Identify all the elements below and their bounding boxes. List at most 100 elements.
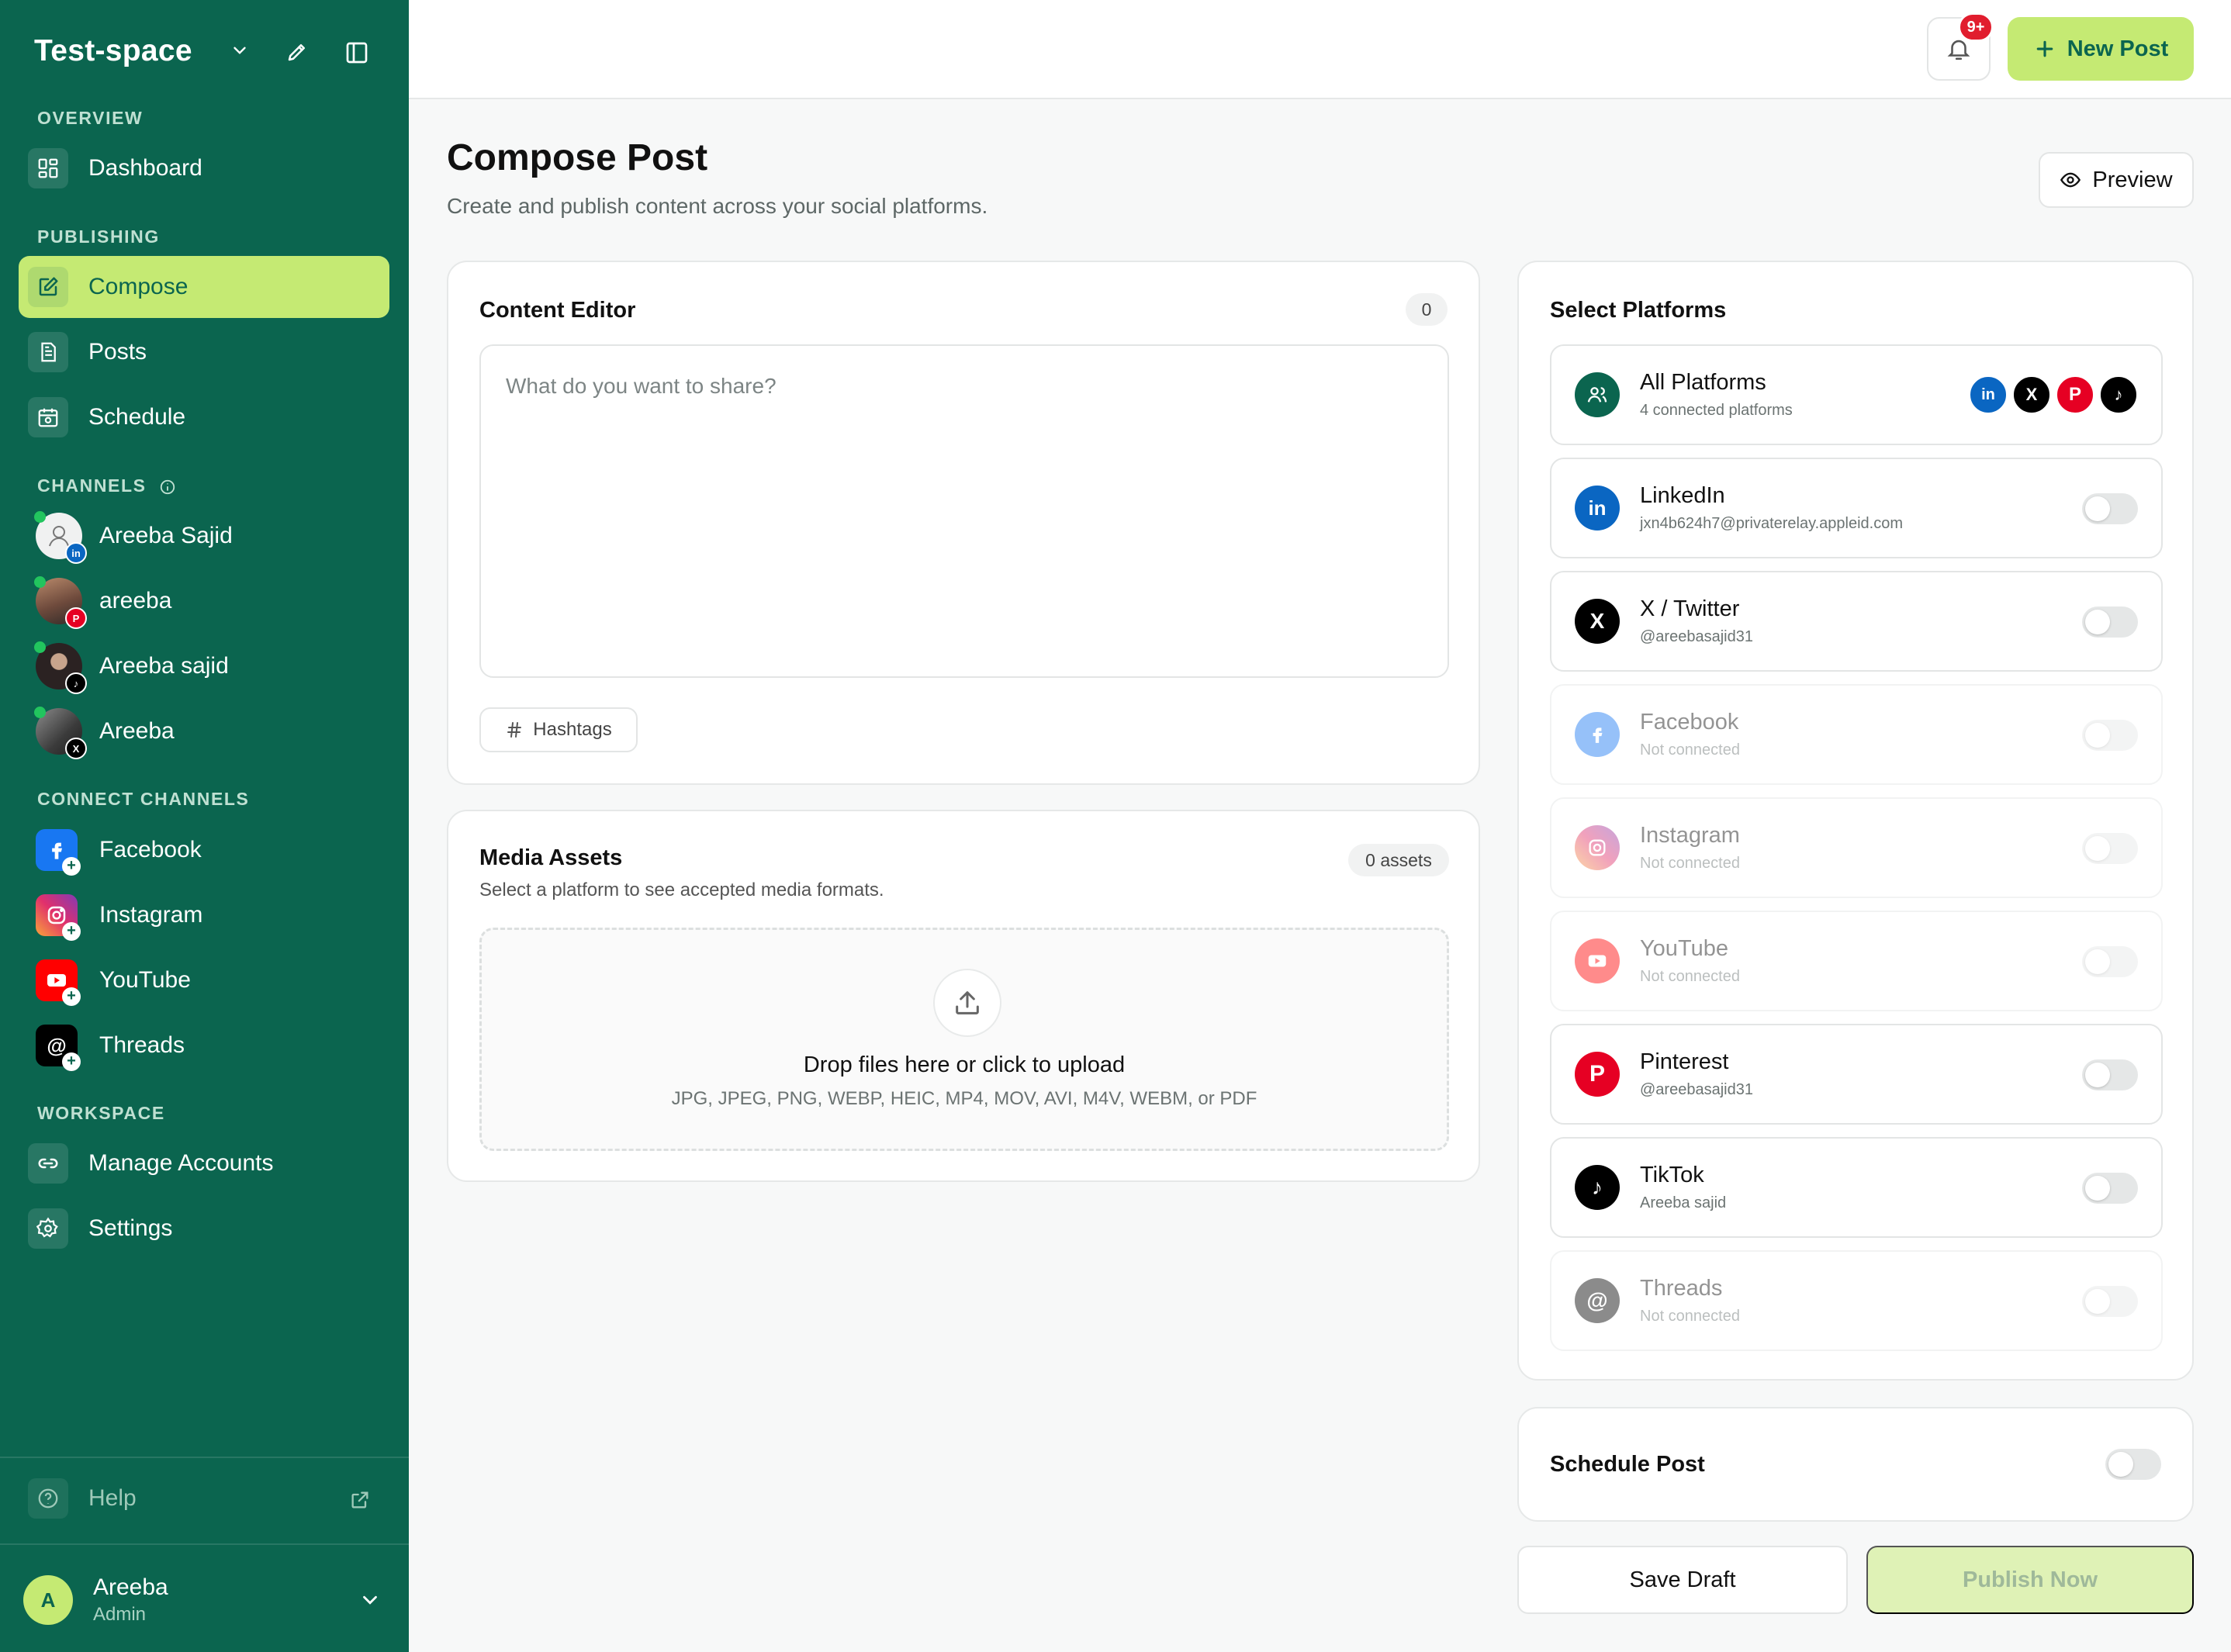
- platform-tiktok[interactable]: ♪ TikTok Areeba sajid: [1550, 1137, 2163, 1238]
- sidebar-item-schedule[interactable]: Schedule: [19, 386, 389, 448]
- platform-sub: Not connected: [1640, 968, 1740, 985]
- platform-toggle[interactable]: [2082, 493, 2138, 524]
- sidebar-toggle-icon[interactable]: [344, 40, 369, 65]
- platform-x[interactable]: X X / Twitter @areebasajid31: [1550, 571, 2163, 672]
- platform-name: Pinterest: [1640, 1049, 1729, 1074]
- avatar: ♪: [34, 641, 87, 694]
- connect-label: Instagram: [99, 902, 203, 928]
- platform-facebook[interactable]: Facebook Not connected: [1550, 684, 2163, 785]
- calendar-icon: [28, 397, 68, 437]
- online-indicator: [34, 511, 46, 523]
- document-icon: [28, 332, 68, 372]
- sidebar-item-compose[interactable]: Compose: [19, 256, 389, 318]
- eye-icon: [2060, 169, 2081, 191]
- threads-icon: @ +: [36, 1025, 81, 1071]
- workspace-name[interactable]: Test-space: [34, 34, 192, 68]
- sidebar: Test-space OVERVIEW Dashboard PUBLISHING…: [0, 0, 409, 1652]
- facebook-icon: [1575, 712, 1620, 757]
- channel-item[interactable]: X Areeba: [34, 706, 175, 759]
- connect-facebook[interactable]: + Facebook: [36, 824, 202, 876]
- help-link[interactable]: Help: [28, 1478, 137, 1519]
- linkedin-icon: in: [1575, 486, 1620, 531]
- new-post-button[interactable]: New Post: [2008, 17, 2194, 81]
- platform-youtube[interactable]: YouTube Not connected: [1550, 911, 2163, 1011]
- pinterest-icon: P: [2056, 375, 2094, 414]
- chevron-down-icon[interactable]: [230, 40, 250, 60]
- sidebar-item-label: Manage Accounts: [88, 1150, 274, 1176]
- chevron-down-icon[interactable]: [358, 1588, 382, 1612]
- help-label: Help: [88, 1485, 137, 1511]
- sidebar-item-label: Compose: [88, 274, 189, 299]
- link-icon: [28, 1143, 68, 1184]
- platform-sub: @areebasajid31: [1640, 628, 1753, 645]
- avatar: in: [34, 511, 87, 564]
- avatar: X: [34, 707, 87, 759]
- platform-sub: 4 connected platforms: [1640, 402, 1793, 419]
- upload-icon: [933, 969, 1001, 1037]
- channel-item[interactable]: in Areeba Sajid: [34, 510, 233, 564]
- platform-instagram[interactable]: Instagram Not connected: [1550, 797, 2163, 898]
- connect-youtube[interactable]: + YouTube: [36, 955, 191, 1006]
- sidebar-item-dashboard[interactable]: Dashboard: [19, 137, 389, 199]
- tiktok-icon: ♪: [1575, 1165, 1620, 1210]
- linkedin-icon: in: [65, 542, 87, 564]
- sidebar-item-posts[interactable]: Posts: [19, 321, 389, 383]
- plus-icon: +: [62, 857, 81, 876]
- platform-toggle[interactable]: [2082, 720, 2138, 751]
- connect-instagram[interactable]: + Instagram: [36, 890, 202, 941]
- publish-now-button[interactable]: Publish Now: [1866, 1546, 2194, 1614]
- post-content-input[interactable]: [479, 344, 1449, 678]
- sidebar-item-manage-accounts[interactable]: Manage Accounts: [19, 1132, 389, 1194]
- page-subtitle: Create and publish content across your s…: [447, 194, 988, 218]
- connect-threads[interactable]: @ + Threads: [36, 1020, 185, 1071]
- section-publishing: PUBLISHING: [37, 226, 160, 247]
- platform-pinterest[interactable]: P Pinterest @areebasajid31: [1550, 1024, 2163, 1125]
- platform-toggle[interactable]: [2082, 607, 2138, 638]
- channel-name: Areeba Sajid: [99, 523, 233, 548]
- edit-icon[interactable]: [285, 40, 309, 64]
- info-icon[interactable]: [159, 479, 176, 496]
- content-editor-title: Content Editor: [479, 298, 636, 323]
- platform-name: Threads: [1640, 1276, 1723, 1301]
- platform-name: All Platforms: [1640, 370, 1766, 395]
- threads-icon: @: [1575, 1278, 1620, 1323]
- instagram-icon: [1575, 825, 1620, 870]
- connect-label: YouTube: [99, 967, 191, 993]
- platform-name: Instagram: [1640, 823, 1740, 848]
- platform-toggle[interactable]: [2082, 1173, 2138, 1204]
- external-link-icon[interactable]: [349, 1489, 371, 1511]
- platform-name: Facebook: [1640, 710, 1739, 734]
- hashtags-button[interactable]: Hashtags: [479, 707, 638, 752]
- platform-all[interactable]: All Platforms 4 connected platforms in X…: [1550, 344, 2163, 445]
- schedule-toggle[interactable]: [2105, 1449, 2161, 1480]
- platform-toggle[interactable]: [2082, 833, 2138, 864]
- user-menu[interactable]: A Areeba Admin: [23, 1574, 168, 1626]
- channel-item[interactable]: ♪ Areeba sajid: [34, 641, 229, 694]
- sidebar-item-settings[interactable]: Settings: [19, 1198, 389, 1260]
- channel-name: Areeba sajid: [99, 653, 229, 679]
- platform-threads[interactable]: @ Threads Not connected: [1550, 1250, 2163, 1351]
- save-draft-button[interactable]: Save Draft: [1517, 1546, 1848, 1614]
- platform-toggle[interactable]: [2082, 946, 2138, 977]
- dropzone-formats: JPG, JPEG, PNG, WEBP, HEIC, MP4, MOV, AV…: [671, 1088, 1257, 1109]
- plus-icon: +: [62, 922, 81, 941]
- divider: [0, 1543, 409, 1545]
- plus-icon: +: [62, 1052, 81, 1071]
- content-editor-card: Content Editor 0 Hashtags: [447, 261, 1480, 785]
- channel-item[interactable]: P areeba: [34, 575, 171, 629]
- facebook-icon: +: [36, 829, 81, 876]
- platform-toggle[interactable]: [2082, 1059, 2138, 1090]
- section-overview: OVERVIEW: [37, 108, 144, 128]
- assets-count: 0 assets: [1348, 844, 1449, 876]
- select-platforms-title: Select Platforms: [1550, 298, 1727, 323]
- user-role: Admin: [93, 1604, 147, 1625]
- avatar: P: [34, 576, 87, 629]
- x-icon: X: [2012, 375, 2051, 414]
- platform-toggle[interactable]: [2082, 1286, 2138, 1317]
- help-icon: [28, 1478, 68, 1519]
- media-assets-title: Media Assets: [479, 845, 623, 870]
- preview-button[interactable]: Preview: [2039, 152, 2194, 208]
- schedule-post-title: Schedule Post: [1550, 1452, 1705, 1477]
- upload-dropzone[interactable]: Drop files here or click to upload JPG, …: [479, 928, 1449, 1151]
- platform-linkedin[interactable]: in LinkedIn jxn4b624h7@privaterelay.appl…: [1550, 458, 2163, 558]
